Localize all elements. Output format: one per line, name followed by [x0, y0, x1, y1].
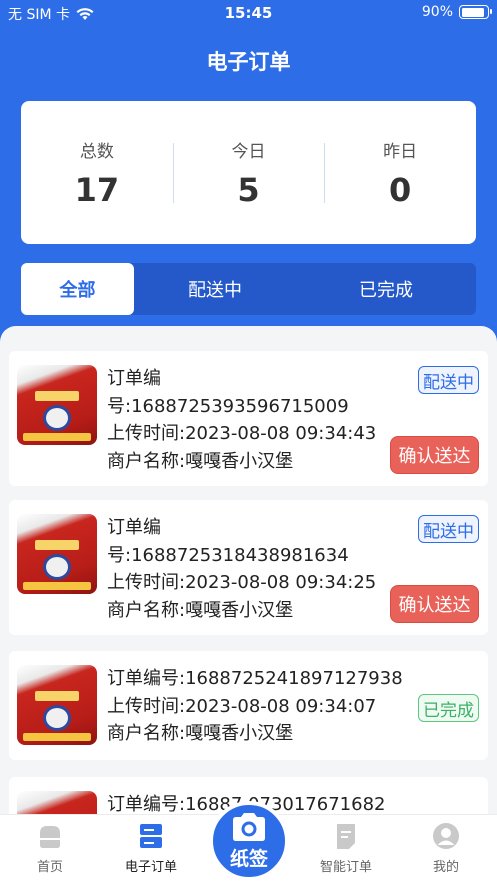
battery-group: 90% [421, 4, 492, 20]
stat-yesterday: 昨日 0 [324, 101, 476, 244]
battery-fill [461, 7, 484, 17]
order-photo [17, 514, 97, 594]
stat-value: 0 [389, 171, 412, 209]
order-merchant: 商户名称:嘎嘎香小汉堡 [107, 723, 294, 744]
nav-label: 智能订单 [319, 860, 372, 875]
status-badge: 已完成 [418, 694, 479, 722]
order-card[interactable]: 订单编 号:1688725393596715009 上传时间:2023-08-0… [9, 351, 488, 486]
tab-all[interactable]: 全部 [21, 263, 134, 315]
stat-label: 昨日 [383, 142, 418, 162]
order-number-line: 号:1688725393596715009 [107, 395, 349, 417]
order-merchant: 商户名称:嘎嘎香小汉堡 [107, 599, 294, 621]
status-badge: 配送中 [418, 366, 479, 394]
order-photo [17, 365, 97, 445]
paper-sign-button[interactable]: 纸签 [209, 801, 289, 881]
stat-today: 今日 5 [172, 101, 325, 244]
order-merchant: 商户名称:嘎嘎香小汉堡 [107, 450, 294, 472]
order-number-line: 订单编 [107, 368, 161, 389]
order-number-line: 订单编号:1688725241897127938 [107, 668, 403, 689]
battery-icon [459, 5, 492, 19]
stat-value: 5 [237, 171, 260, 209]
nav-label: 首页 [36, 860, 63, 875]
order-info: 订单编 号:1688725318438981634 上传时间:2023-08-0… [107, 514, 376, 624]
nav-orders[interactable]: 电子订单 [111, 821, 191, 875]
stat-label: 今日 [231, 142, 266, 162]
camera-icon [233, 812, 265, 841]
nav-profile[interactable]: 我的 [406, 821, 486, 875]
order-photo [17, 665, 97, 745]
order-upload-time: 上传时间:2023-08-08 09:34:25 [107, 572, 377, 593]
orders-icon [140, 824, 162, 848]
paper-sign-label: 纸签 [229, 847, 268, 870]
home-icon [40, 826, 60, 848]
stat-total: 总数 17 [21, 101, 173, 244]
tab-completed[interactable]: 已完成 [296, 263, 476, 315]
tab-delivering[interactable]: 配送中 [134, 263, 296, 315]
confirm-delivery-button[interactable]: 确认送达 [390, 436, 479, 474]
nav-label: 我的 [432, 860, 459, 875]
order-number-line: 号:1688725318438981634 [107, 544, 349, 566]
order-number-line: 订单编 [107, 517, 161, 538]
order-upload-time: 上传时间:2023-08-08 09:34:07 [107, 695, 377, 717]
nav-home[interactable]: 首页 [10, 821, 90, 875]
user-icon [433, 823, 459, 849]
battery-percent: 90% [421, 4, 453, 20]
stat-label: 总数 [79, 142, 114, 162]
page-title: 电子订单 [206, 50, 291, 74]
stat-value: 17 [74, 171, 120, 209]
order-info: 订单编号:1688725241897127938 上传时间:2023-08-08… [107, 665, 403, 748]
filter-tabs: 全部 配送中 已完成 [21, 263, 476, 315]
stats-card: 总数 17 今日 5 昨日 0 [21, 101, 476, 244]
nav-label: 电子订单 [124, 860, 177, 875]
order-upload-time: 上传时间:2023-08-08 09:34:43 [107, 423, 377, 444]
order-card[interactable]: 订单编 号:1688725318438981634 上传时间:2023-08-0… [9, 500, 488, 635]
document-icon [337, 824, 355, 849]
confirm-delivery-button[interactable]: 确认送达 [390, 585, 479, 623]
order-info: 订单编 号:1688725393596715009 上传时间:2023-08-0… [107, 365, 376, 475]
status-bar: 无 SIM 卡 15:45 90% [0, 0, 497, 26]
nav-smart-orders[interactable]: 智能订单 [306, 821, 386, 875]
order-card[interactable]: 订单编号:1688725241897127938 上传时间:2023-08-08… [9, 651, 488, 760]
status-badge: 配送中 [418, 515, 479, 543]
